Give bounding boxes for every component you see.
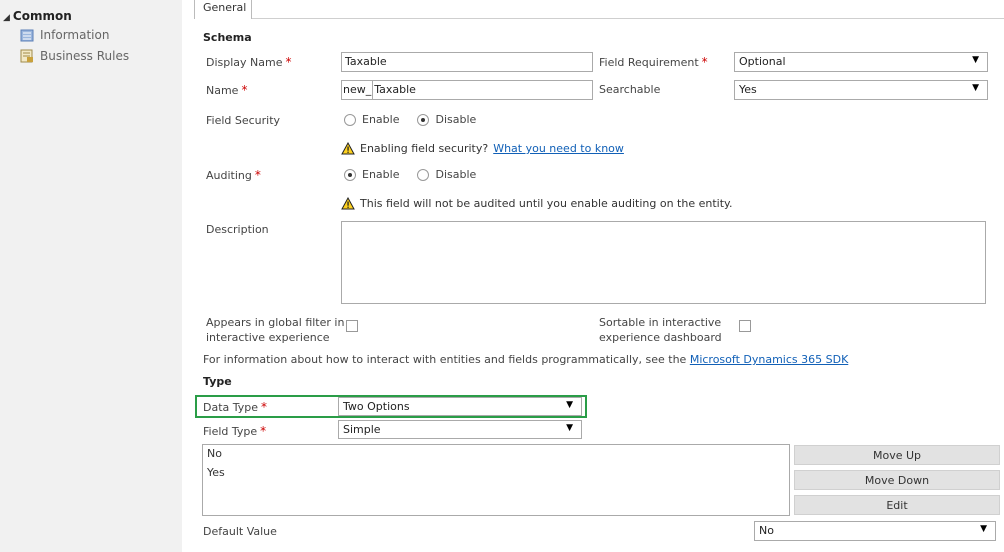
auditing-label: Auditing * bbox=[206, 168, 261, 182]
sidebar-item-label: Business Rules bbox=[40, 49, 130, 63]
auditing-enable-radio[interactable] bbox=[344, 168, 356, 181]
field-type-label: Field Type * bbox=[203, 424, 267, 438]
display-name-field[interactable]: Taxable bbox=[341, 52, 593, 72]
collapse-triangle-icon[interactable]: ◢ bbox=[3, 13, 10, 23]
tab-general[interactable]: General bbox=[194, 0, 252, 19]
field-security-label: Field Security bbox=[206, 114, 281, 127]
sortable-checkbox[interactable] bbox=[739, 320, 751, 332]
searchable-label: Searchable bbox=[599, 83, 661, 96]
name-value: Taxable bbox=[374, 83, 416, 96]
searchable-select[interactable]: Yes ▼ bbox=[734, 80, 988, 100]
list-item[interactable]: Yes bbox=[203, 464, 789, 483]
data-type-select[interactable]: Two Options ▼ bbox=[338, 397, 582, 416]
edit-button[interactable]: Edit bbox=[794, 495, 1000, 515]
information-icon bbox=[20, 29, 34, 41]
dropdown-arrow-icon: ▼ bbox=[980, 524, 987, 534]
field-type-select[interactable]: Simple ▼ bbox=[338, 420, 582, 439]
sidebar-item-label: Information bbox=[40, 28, 110, 42]
sidebar-item-business-rules[interactable]: Business Rules bbox=[20, 49, 129, 63]
move-up-button[interactable]: Move Up bbox=[794, 445, 1000, 465]
move-down-button[interactable]: Move Down bbox=[794, 470, 1000, 490]
required-marker: * bbox=[701, 55, 708, 69]
business-rules-icon bbox=[20, 49, 33, 63]
sidebar-item-information[interactable]: Information bbox=[20, 28, 109, 42]
required-marker: * bbox=[285, 55, 292, 69]
auditing-disable-radio[interactable] bbox=[417, 168, 430, 181]
schema-section-title: Schema bbox=[203, 31, 252, 44]
warning-icon bbox=[341, 142, 355, 155]
name-field[interactable]: new_ Taxable bbox=[341, 80, 593, 100]
default-value-select[interactable]: No ▼ bbox=[754, 521, 996, 541]
global-filter-label: Appears in global filter in interactive … bbox=[206, 316, 345, 344]
options-list[interactable]: No Yes bbox=[202, 444, 790, 516]
description-textarea[interactable] bbox=[341, 221, 986, 304]
description-label: Description bbox=[206, 223, 269, 236]
type-section-title: Type bbox=[203, 375, 232, 388]
auditing-warning: This field will not be audited until you… bbox=[341, 197, 732, 210]
sortable-label: Sortable in interactive experience dashb… bbox=[599, 316, 722, 344]
sdk-info: For information about how to interact wi… bbox=[203, 353, 849, 366]
list-item[interactable]: No bbox=[203, 445, 789, 464]
nav-section-common[interactable]: ◢ Common bbox=[3, 9, 72, 23]
field-security-disable-radio[interactable] bbox=[417, 113, 430, 126]
field-security-enable-radio[interactable] bbox=[344, 113, 356, 126]
dropdown-arrow-icon: ▼ bbox=[566, 423, 573, 433]
dropdown-arrow-icon: ▼ bbox=[566, 400, 573, 410]
security-warning: Enabling field security? What you need to… bbox=[341, 142, 624, 155]
auditing-radios: Enable Disable bbox=[344, 168, 476, 181]
name-label: Name * bbox=[206, 83, 248, 97]
warning-icon bbox=[341, 197, 355, 210]
required-marker: * bbox=[241, 83, 248, 97]
default-value-label: Default Value bbox=[203, 525, 277, 538]
display-name-label: Display Name * bbox=[206, 55, 292, 69]
name-prefix: new_ bbox=[342, 81, 374, 99]
field-requirement-label: Field Requirement * bbox=[599, 55, 708, 69]
data-type-label: Data Type * bbox=[203, 400, 268, 414]
required-marker: * bbox=[254, 168, 261, 182]
required-marker: * bbox=[260, 424, 267, 438]
dropdown-arrow-icon: ▼ bbox=[972, 55, 979, 65]
tab-divider bbox=[252, 18, 1004, 19]
sdk-link[interactable]: Microsoft Dynamics 365 SDK bbox=[690, 353, 848, 366]
what-you-need-to-know-link[interactable]: What you need to know bbox=[493, 142, 624, 155]
global-filter-checkbox[interactable] bbox=[346, 320, 358, 332]
sidebar bbox=[0, 0, 182, 552]
required-marker: * bbox=[261, 400, 268, 414]
field-requirement-select[interactable]: Optional ▼ bbox=[734, 52, 988, 72]
dropdown-arrow-icon: ▼ bbox=[972, 83, 979, 93]
field-security-radios: Enable Disable bbox=[344, 113, 476, 126]
